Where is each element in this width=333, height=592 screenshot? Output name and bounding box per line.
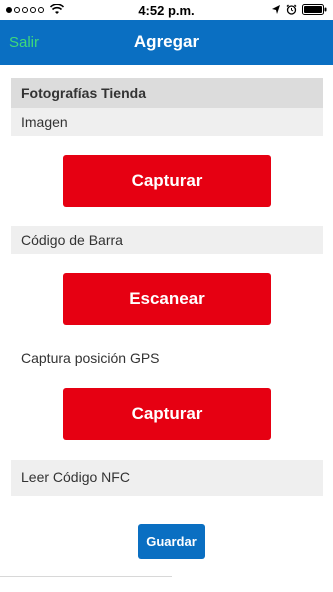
capture-image-container: Capturar: [11, 136, 323, 226]
form-content: Fotografías Tienda Imagen Capturar Códig…: [11, 78, 323, 496]
capture-image-button[interactable]: Capturar: [63, 155, 271, 207]
location-arrow-icon: [272, 5, 280, 14]
barcode-label: Código de Barra: [11, 226, 323, 254]
nfc-label[interactable]: Leer Código NFC: [11, 460, 323, 496]
image-label: Imagen: [11, 108, 323, 136]
section-header: Fotografías Tienda: [11, 78, 323, 108]
capture-gps-container: Capturar: [11, 374, 323, 454]
alarm-icon: [286, 4, 297, 15]
save-button[interactable]: Guardar: [138, 524, 205, 559]
status-bar: 4:52 p.m.: [0, 0, 333, 20]
scan-button[interactable]: Escanear: [63, 273, 271, 325]
gps-label: Captura posición GPS: [11, 344, 323, 374]
navigation-bar: Salir Agregar: [0, 20, 333, 65]
scan-container: Escanear: [11, 254, 323, 344]
status-icons: [271, 4, 327, 15]
page-title: Agregar: [133, 32, 200, 51]
capture-gps-button[interactable]: Capturar: [63, 388, 271, 440]
bottom-divider: [0, 576, 172, 577]
battery-icon: [302, 4, 327, 15]
